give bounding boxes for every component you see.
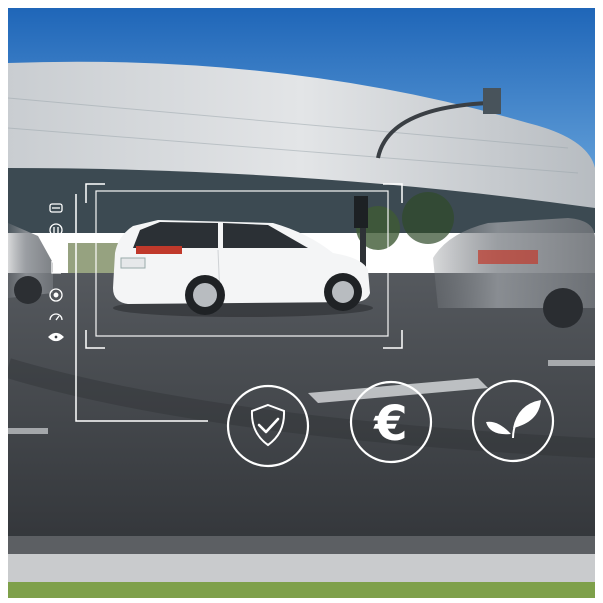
sidewalk <box>8 554 595 582</box>
eye-icon <box>48 332 64 342</box>
angle-icon <box>51 261 61 274</box>
white-car <box>113 220 373 317</box>
curb <box>8 536 595 554</box>
street-photo: € <box>8 8 595 598</box>
image-frame: € <box>0 0 603 603</box>
svg-text:€: € <box>373 396 407 452</box>
engine-icon <box>49 243 63 256</box>
grass-strip <box>8 582 595 598</box>
photo-scene: € <box>8 8 595 598</box>
